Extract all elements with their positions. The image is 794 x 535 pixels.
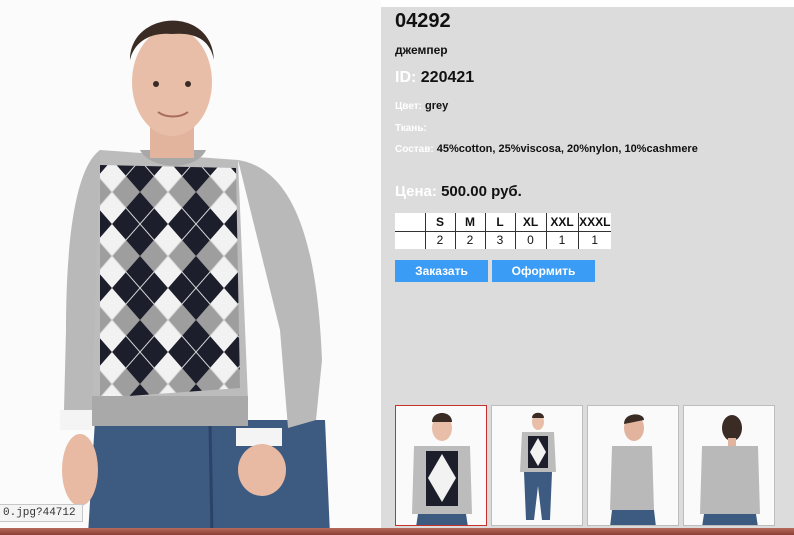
product-id-row: ID: 220421 (395, 69, 474, 87)
order-button[interactable]: Заказать (395, 260, 488, 282)
product-composition-row: Состав: 45%cotton, 25%viscosa, 20%nylon,… (395, 143, 698, 155)
size-count-cell: 1 (591, 233, 599, 248)
thumbnail-front-full[interactable] (491, 405, 583, 526)
product-info-panel: 04292 джемпер ID: 220421 Цвет: grey Ткан… (381, 7, 794, 528)
size-header-cell: L (485, 213, 516, 232)
product-id-label: ID: (395, 69, 417, 86)
size-count-cell: 0 (515, 231, 547, 249)
size-header-cell (395, 213, 426, 232)
status-url-tooltip: 0.jpg?44712 (0, 504, 83, 522)
size-header-cell: XXL (546, 213, 579, 232)
product-price-row: Цена: 500.00 руб. (395, 183, 522, 200)
checkout-button[interactable]: Оформить (492, 260, 595, 282)
size-header-row: S M L XL XXL XXXL (395, 213, 611, 232)
size-count-cell: 3 (485, 231, 516, 249)
product-color-row: Цвет: grey (395, 100, 448, 112)
thumbnail-side[interactable] (587, 405, 679, 526)
size-count-row: 2 2 3 0 1 1 (395, 231, 611, 249)
size-header-cell: XXXL (578, 213, 611, 232)
product-main-photo[interactable] (0, 0, 381, 535)
size-header-cell: S (425, 213, 456, 232)
size-count-cell: 2 (455, 231, 486, 249)
product-kind: джемпер (395, 43, 448, 57)
product-id-value: 220421 (420, 69, 475, 86)
size-header-cell: XL (515, 213, 547, 232)
price-value: 500.00 руб. (441, 183, 522, 200)
size-availability-table: S M L XL XXL XXXL 2 2 3 0 1 1 (395, 213, 611, 249)
footer-strip (0, 528, 794, 535)
color-value: grey (425, 100, 449, 112)
size-count-cell: 1 (546, 231, 579, 249)
thumbnail-front-closeup[interactable] (395, 405, 487, 526)
composition-label: Состав: (395, 144, 434, 155)
price-label: Цена: (395, 183, 437, 200)
fabric-label: Ткань: (395, 123, 427, 134)
composition-value: 45%cotton, 25%viscosa, 20%nylon, 10%cash… (436, 143, 698, 155)
size-count-cell: 2 (425, 231, 456, 249)
size-count-cell (395, 231, 426, 249)
product-fabric-row: Ткань: (395, 122, 427, 134)
size-header-cell: M (455, 213, 486, 232)
color-label: Цвет: (395, 101, 422, 112)
product-sku: 04292 (395, 10, 451, 32)
thumbnail-back[interactable] (683, 405, 775, 526)
